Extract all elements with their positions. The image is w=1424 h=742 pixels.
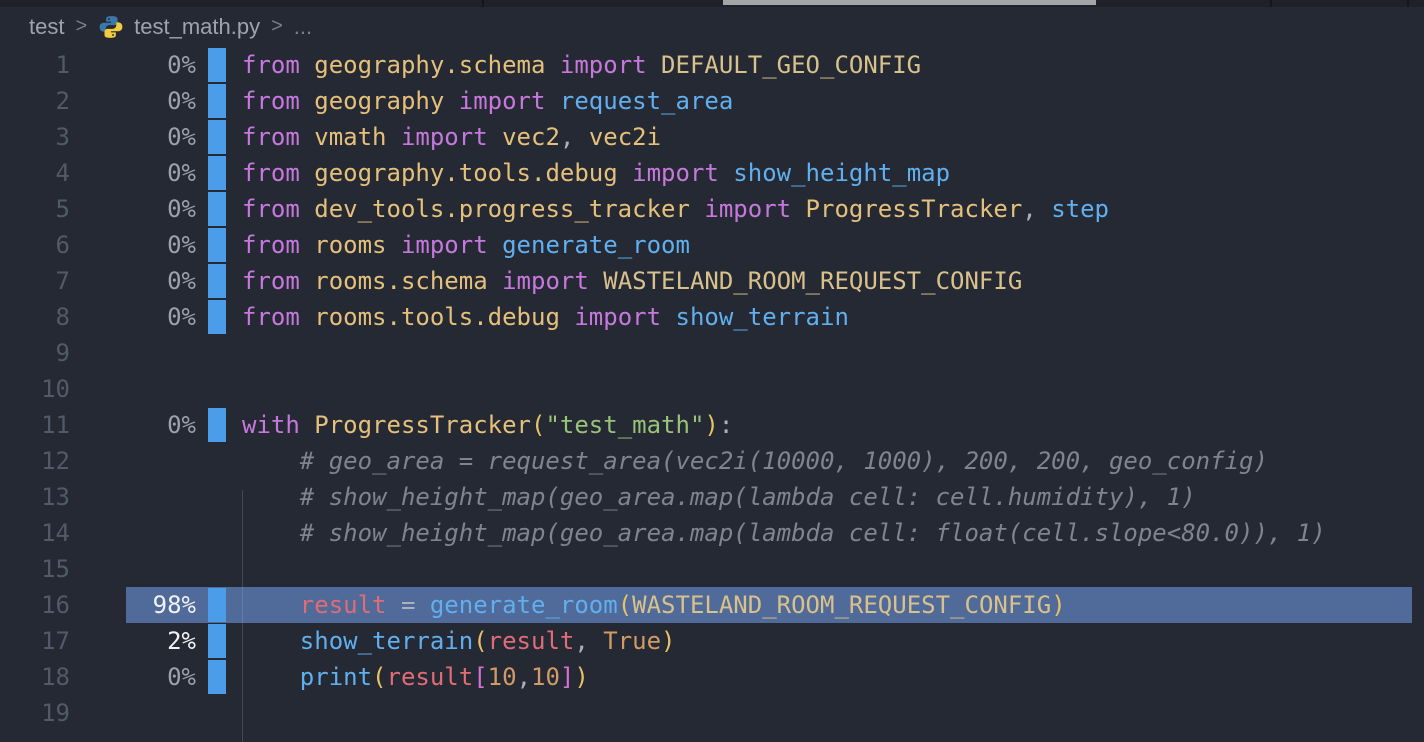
line-number[interactable]: 5 bbox=[0, 191, 70, 227]
line-number[interactable]: 9 bbox=[0, 335, 70, 371]
code-line[interactable]: 10% from geography.schema import DEFAULT_… bbox=[0, 47, 1424, 83]
code-line-text: with ProgressTracker("test_math"): bbox=[242, 407, 733, 443]
line-number[interactable]: 2 bbox=[0, 83, 70, 119]
coverage-block bbox=[208, 624, 226, 658]
code-line-highlighted[interactable]: 1698% result = generate_room(WASTELAND_R… bbox=[0, 587, 1424, 623]
coverage-percentage: 0% bbox=[70, 191, 196, 227]
line-number[interactable]: 16 bbox=[0, 587, 70, 623]
coverage-percentage: 0% bbox=[70, 83, 196, 119]
coverage-block bbox=[208, 588, 226, 622]
code-line-text: from rooms.schema import WASTELAND_ROOM_… bbox=[242, 263, 1022, 299]
line-number[interactable]: 10 bbox=[0, 371, 70, 407]
tab-divider bbox=[1270, 0, 1272, 7]
tab-divider bbox=[1407, 0, 1409, 7]
code-line[interactable]: 50% from dev_tools.progress_tracker impor… bbox=[0, 191, 1424, 227]
coverage-block bbox=[208, 408, 226, 442]
code-line[interactable]: 13 # show_height_map(geo_area.map(lambda… bbox=[0, 479, 1424, 515]
code-line[interactable]: 19 bbox=[0, 695, 1424, 731]
code-line[interactable]: 14 # show_height_map(geo_area.map(lambda… bbox=[0, 515, 1424, 551]
coverage-percentage: 0% bbox=[70, 659, 196, 695]
coverage-percentage: 0% bbox=[70, 155, 196, 191]
tabbar-scrollbar-thumb[interactable] bbox=[723, 0, 1096, 5]
code-line-text: from geography import request_area bbox=[242, 83, 733, 119]
coverage-percentage: 0% bbox=[70, 263, 196, 299]
code-line-text: from geography.schema import DEFAULT_GEO… bbox=[242, 47, 921, 83]
line-number[interactable]: 3 bbox=[0, 119, 70, 155]
code-line[interactable]: 30% from vmath import vec2, vec2i bbox=[0, 119, 1424, 155]
line-number[interactable]: 18 bbox=[0, 659, 70, 695]
line-number[interactable]: 14 bbox=[0, 515, 70, 551]
coverage-block bbox=[208, 84, 226, 118]
coverage-percentage: 2% bbox=[70, 623, 196, 659]
coverage-percentage: 0% bbox=[70, 227, 196, 263]
code-editor[interactable]: 10%from geography.schema import DEFAULT_… bbox=[0, 47, 1424, 731]
code-line[interactable]: 180% print(result[10,10]) bbox=[0, 659, 1424, 695]
coverage-percentage: 0% bbox=[70, 299, 196, 335]
line-number[interactable]: 7 bbox=[0, 263, 70, 299]
editor-window: test > test_math.py > ... 10%from geogra… bbox=[0, 0, 1424, 734]
code-line-text: result = generate_room(WASTELAND_ROOM_RE… bbox=[242, 587, 1066, 623]
code-line-text: from dev_tools.progress_tracker import P… bbox=[242, 191, 1109, 227]
coverage-percentage: 98% bbox=[70, 587, 196, 623]
code-line-text: from rooms.tools.debug import show_terra… bbox=[242, 299, 849, 335]
code-line-text: # show_height_map(geo_area.map(lambda ce… bbox=[242, 515, 1326, 551]
code-line-text: from geography.tools.debug import show_h… bbox=[242, 155, 950, 191]
coverage-block bbox=[208, 156, 226, 190]
line-number[interactable]: 4 bbox=[0, 155, 70, 191]
line-number[interactable]: 12 bbox=[0, 443, 70, 479]
breadcrumb-symbol-ellipsis[interactable]: ... bbox=[294, 14, 312, 40]
code-line[interactable]: 10 bbox=[0, 371, 1424, 407]
code-line-text: # geo_area = request_area(vec2i(10000, 1… bbox=[242, 443, 1268, 479]
line-number[interactable]: 8 bbox=[0, 299, 70, 335]
code-line[interactable]: 9 bbox=[0, 335, 1424, 371]
coverage-percentage: 0% bbox=[70, 47, 196, 83]
code-line[interactable]: 12 # geo_area = request_area(vec2i(10000… bbox=[0, 443, 1424, 479]
code-line[interactable]: 60% from rooms import generate_room bbox=[0, 227, 1424, 263]
line-number[interactable]: 1 bbox=[0, 47, 70, 83]
coverage-block bbox=[208, 660, 226, 694]
chevron-right-icon: > bbox=[75, 15, 87, 38]
code-line[interactable]: 70% from rooms.schema import WASTELAND_RO… bbox=[0, 263, 1424, 299]
code-line[interactable]: 15 bbox=[0, 551, 1424, 587]
line-number[interactable]: 19 bbox=[0, 695, 70, 731]
code-line[interactable]: 110% with ProgressTracker("test_math"): bbox=[0, 407, 1424, 443]
code-line[interactable]: 20% from geography import request_area bbox=[0, 83, 1424, 119]
line-number[interactable]: 13 bbox=[0, 479, 70, 515]
breadcrumb-folder[interactable]: test bbox=[29, 14, 64, 40]
coverage-block bbox=[208, 264, 226, 298]
tab-bar bbox=[0, 0, 1424, 7]
coverage-block bbox=[208, 228, 226, 262]
code-line-text: print(result[10,10]) bbox=[242, 659, 589, 695]
coverage-percentage: 0% bbox=[70, 119, 196, 155]
line-number[interactable]: 6 bbox=[0, 227, 70, 263]
code-line[interactable]: 40% from geography.tools.debug import sho… bbox=[0, 155, 1424, 191]
breadcrumb: test > test_math.py > ... bbox=[0, 7, 1424, 47]
code-line-text: show_terrain(result, True) bbox=[242, 623, 676, 659]
coverage-block bbox=[208, 300, 226, 334]
tab-divider bbox=[482, 0, 484, 7]
line-number[interactable]: 17 bbox=[0, 623, 70, 659]
line-number[interactable]: 11 bbox=[0, 407, 70, 443]
breadcrumb-file[interactable]: test_math.py bbox=[134, 14, 260, 40]
chevron-right-icon: > bbox=[271, 15, 283, 38]
coverage-block bbox=[208, 120, 226, 154]
code-line-text: # show_height_map(geo_area.map(lambda ce… bbox=[242, 479, 1196, 515]
code-line[interactable]: 80% from rooms.tools.debug import show_te… bbox=[0, 299, 1424, 335]
line-number[interactable]: 15 bbox=[0, 551, 70, 587]
coverage-percentage: 0% bbox=[70, 407, 196, 443]
python-icon bbox=[98, 14, 124, 40]
code-line-text: from vmath import vec2, vec2i bbox=[242, 119, 661, 155]
coverage-block bbox=[208, 192, 226, 226]
code-line-text: from rooms import generate_room bbox=[242, 227, 690, 263]
code-line[interactable]: 172% show_terrain(result, True) bbox=[0, 623, 1424, 659]
coverage-block bbox=[208, 48, 226, 82]
